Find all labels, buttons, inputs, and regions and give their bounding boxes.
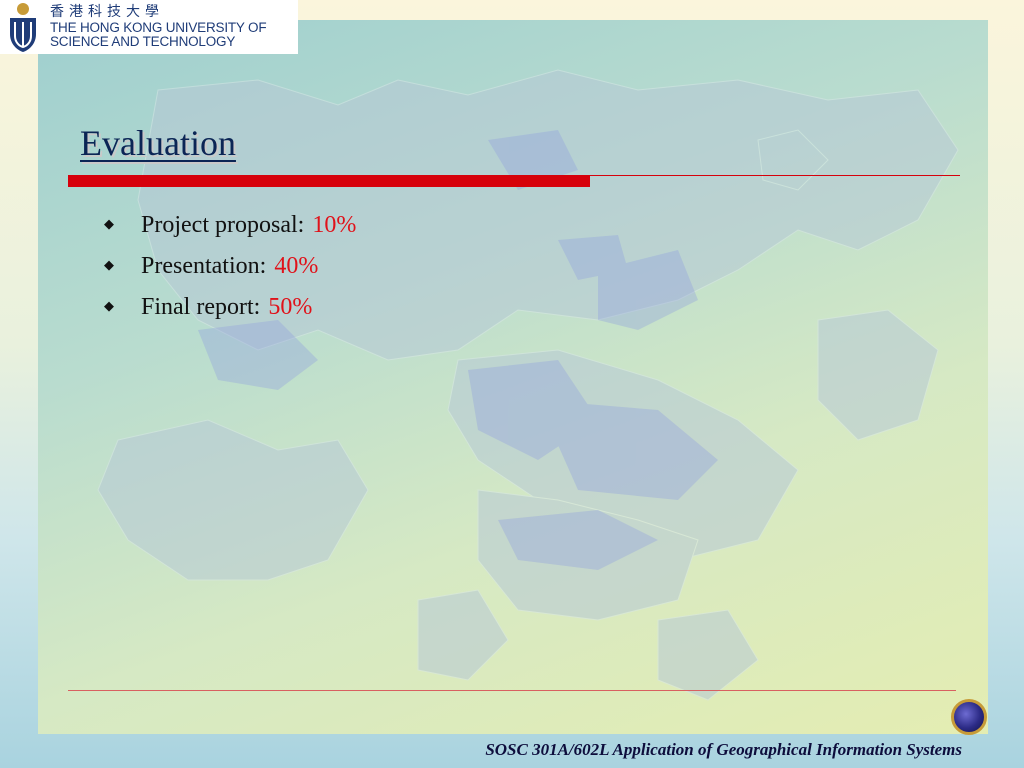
bullet-item: ◆ Presentation: 40% [104, 246, 356, 287]
university-seal-icon [951, 699, 987, 735]
diamond-icon: ◆ [104, 297, 114, 313]
logo-name-line-2: SCIENCE AND TECHNOLOGY [50, 34, 236, 50]
title-underline-thick [68, 175, 590, 187]
bullet-item: ◆ Final report: 50% [104, 287, 356, 328]
bullet-list: ◆ Project proposal: 10% ◆ Presentation: … [104, 205, 356, 328]
hkust-logo-icon [10, 3, 36, 52]
bullet-label: Final report: [141, 294, 261, 320]
bullet-label: Presentation: [141, 253, 267, 279]
bullet-label: Project proposal: [141, 212, 305, 238]
title-underline-thin [590, 175, 960, 176]
course-footer: SOSC 301A/602L Application of Geographic… [485, 740, 962, 759]
diamond-icon: ◆ [104, 215, 114, 231]
logo-name-line-1: THE HONG KONG UNIVERSITY OF [50, 20, 267, 36]
bullet-item: ◆ Project proposal: 10% [104, 205, 356, 246]
logo-chinese-name: 香港科技大學 [50, 3, 164, 20]
diamond-icon: ◆ [104, 256, 114, 272]
slide-title: Evaluation [80, 123, 236, 163]
bullet-value: 50% [268, 294, 313, 320]
footer-rule [68, 690, 956, 691]
bullet-value: 10% [312, 212, 357, 238]
bullet-value: 40% [274, 253, 319, 279]
university-logo: 香港科技大學 THE HONG KONG UNIVERSITY OF SCIEN… [0, 0, 298, 54]
